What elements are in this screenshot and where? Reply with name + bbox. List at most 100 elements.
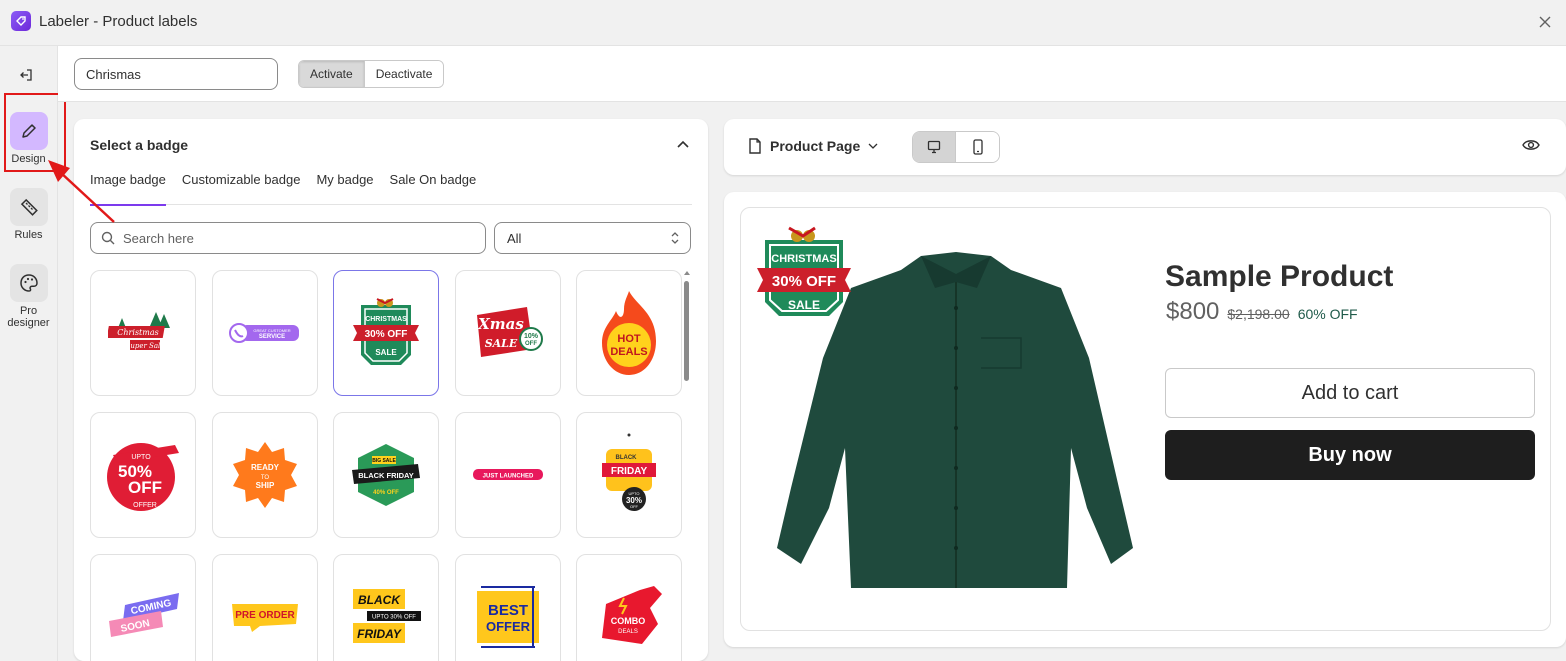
badge-tile-xmas-sale[interactable]: Xmas SALE 10% OFF — [455, 270, 561, 396]
device-toggle — [912, 131, 1000, 163]
badge-tile-combo-deals[interactable]: COMBO DEALS — [576, 554, 682, 661]
page-type-selector[interactable]: Product Page — [748, 138, 878, 154]
sidebar-item-label: Rules — [14, 229, 43, 241]
badge-grid-scrollbar[interactable] — [682, 271, 690, 661]
app-logo-icon — [11, 11, 31, 31]
eye-icon[interactable] — [1522, 138, 1540, 155]
badge-tile-hot-deals[interactable]: HOT DEALS — [576, 270, 682, 396]
svg-text:SALE: SALE — [485, 337, 518, 350]
svg-text:COMBO: COMBO — [611, 616, 646, 626]
tab-sale-on-badge[interactable]: Sale On badge — [390, 173, 477, 205]
sidebar-item-label: Pro designer — [7, 305, 50, 329]
badge-tile-christmas-30-off[interactable]: CHRISTMAS 30% OFF SALE — [333, 270, 439, 396]
chevron-up-icon[interactable] — [674, 135, 692, 153]
discount-label: 60% OFF — [1297, 306, 1358, 322]
top-toolbar: Activate Deactivate — [58, 46, 1566, 102]
scroll-up-icon[interactable] — [684, 271, 690, 275]
svg-text:OFF: OFF — [525, 341, 537, 347]
svg-text:30% OFF: 30% OFF — [365, 329, 408, 340]
page-type-label: Product Page — [770, 138, 861, 154]
svg-text:40% OFF: 40% OFF — [373, 490, 399, 496]
svg-text:DEALS: DEALS — [610, 346, 647, 358]
svg-text:PRE ORDER: PRE ORDER — [235, 610, 295, 621]
tab-customizable-badge[interactable]: Customizable badge — [182, 173, 301, 205]
window-title: Labeler - Product labels — [39, 13, 198, 30]
applied-badge-preview: CHRISTMAS 30% OFF SALE — [757, 226, 851, 316]
mobile-view-button[interactable] — [956, 132, 999, 162]
svg-text:HOT: HOT — [617, 333, 641, 345]
svg-text:SERVICE: SERVICE — [259, 334, 285, 340]
compare-price: $2,198.00 — [1227, 306, 1290, 322]
svg-text:FRIDAY: FRIDAY — [611, 466, 648, 477]
add-to-cart-button[interactable]: Add to cart — [1165, 368, 1535, 418]
svg-text:UPTO 30% OFF: UPTO 30% OFF — [372, 615, 416, 621]
label-name-input[interactable] — [74, 58, 278, 90]
svg-text:SALE: SALE — [788, 298, 820, 312]
scrollbar-thumb[interactable] — [684, 281, 689, 381]
svg-text:FRIDAY: FRIDAY — [357, 627, 402, 641]
badge-tile-coming-soon[interactable]: COMING SOON — [90, 554, 196, 661]
desktop-icon — [927, 140, 941, 154]
sidebar-item-pro-designer[interactable]: Pro designer — [0, 264, 57, 329]
badge-tile-upto-50-off[interactable]: UPTO 50% OFF OFFER — [90, 412, 196, 538]
price-row: $800 $2,198.00 60% OFF — [1166, 298, 1358, 326]
page-icon — [749, 138, 761, 154]
svg-text:SHIP: SHIP — [256, 481, 275, 490]
desktop-view-button[interactable] — [913, 132, 956, 162]
svg-text:Super Sale: Super Sale — [126, 342, 165, 350]
product-preview-card: CHRISTMAS 30% OFF SALE Sample Product $8… — [740, 207, 1551, 631]
svg-text:OFFER: OFFER — [133, 502, 157, 509]
badge-tile-ready-to-ship[interactable]: READY TO SHIP — [212, 412, 318, 538]
exit-icon[interactable] — [15, 64, 37, 86]
panel-title: Select a badge — [90, 137, 189, 153]
search-box — [90, 222, 486, 254]
svg-text:OFF: OFF — [630, 504, 639, 509]
deactivate-button[interactable]: Deactivate — [364, 61, 444, 87]
sidebar-item-rules[interactable]: Rules — [0, 188, 57, 241]
status-toggle: Activate Deactivate — [298, 60, 445, 88]
svg-text:BLACK FRIDAY: BLACK FRIDAY — [358, 471, 414, 480]
badge-tile-black-friday-upto-30[interactable]: BLACK UPTO 30% OFF FRIDAY — [333, 554, 439, 661]
select-arrows-icon — [671, 232, 679, 244]
badge-tile-black-friday-30-off[interactable]: BLACK FRIDAY UPTO 30% OFF — [576, 412, 682, 538]
sidebar-item-design[interactable]: Design — [0, 112, 57, 165]
activate-button[interactable]: Activate — [299, 61, 365, 87]
svg-text:READY: READY — [251, 463, 280, 472]
badge-tile-black-friday-40-off[interactable]: BIG SALE BLACK FRIDAY 40% OFF — [333, 412, 439, 538]
svg-text:BEST: BEST — [488, 602, 528, 619]
mobile-icon — [972, 139, 983, 155]
window-titlebar: Labeler - Product labels — [0, 0, 1566, 46]
svg-text:OFF: OFF — [128, 478, 162, 497]
tab-my-badge[interactable]: My badge — [316, 173, 373, 205]
preview-area: CHRISTMAS 30% OFF SALE Sample Product $8… — [724, 192, 1566, 647]
svg-text:BIG SALE: BIG SALE — [372, 458, 396, 464]
close-icon[interactable] — [1534, 11, 1556, 33]
svg-text:CHRISTMAS: CHRISTMAS — [771, 253, 836, 265]
svg-text:JUST LAUNCHED: JUST LAUNCHED — [483, 474, 534, 480]
badge-panel: Select a badge Image badge Customizable … — [74, 119, 708, 661]
search-icon — [101, 231, 115, 245]
tab-image-badge[interactable]: Image badge — [90, 173, 166, 206]
svg-text:GREAT CUSTOMER: GREAT CUSTOMER — [253, 328, 290, 333]
svg-text:CHRISTMAS: CHRISTMAS — [365, 316, 407, 323]
badge-tabs: Image badge Customizable badge My badge … — [90, 173, 692, 206]
badge-tile-great-customer-service[interactable]: GREAT CUSTOMER SERVICE — [212, 270, 318, 396]
palette-icon — [9, 264, 48, 302]
svg-text:30% OFF: 30% OFF — [772, 273, 836, 290]
svg-text:SALE: SALE — [375, 348, 397, 357]
preview-toolbar: Product Page — [724, 119, 1566, 175]
svg-text:BLACK: BLACK — [358, 593, 401, 607]
badge-tile-just-launched[interactable]: JUST LAUNCHED — [455, 412, 561, 538]
svg-text:BLACK: BLACK — [616, 455, 638, 461]
ruler-icon — [9, 188, 48, 226]
badge-tile-pre-order[interactable]: PRE ORDER — [212, 554, 318, 661]
svg-text:OFFER: OFFER — [486, 619, 531, 634]
search-input[interactable] — [123, 230, 463, 246]
sidebar-item-label: Design — [11, 153, 46, 165]
left-sidebar: Design Rules Pro designer — [0, 46, 58, 661]
buy-now-button[interactable]: Buy now — [1165, 430, 1535, 480]
category-select[interactable]: All — [494, 222, 691, 254]
badge-tile-christmas-super-sale[interactable]: Christmas Super Sale — [90, 270, 196, 396]
product-title: Sample Product — [1165, 260, 1394, 293]
badge-tile-best-offer[interactable]: BEST OFFER — [455, 554, 561, 661]
